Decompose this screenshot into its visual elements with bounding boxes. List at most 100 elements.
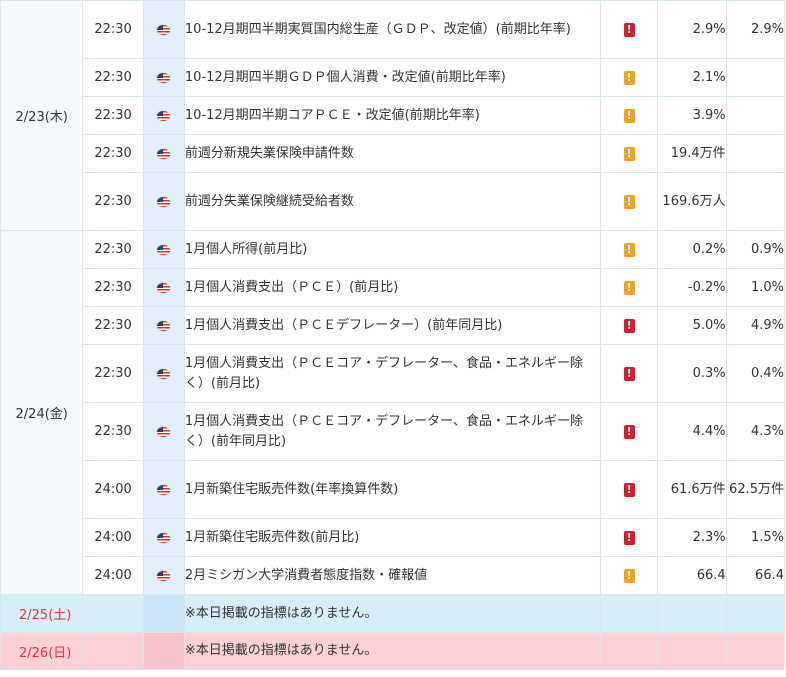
country-cell	[142, 0, 185, 59]
country-cell	[142, 172, 185, 231]
us-flag-icon	[157, 532, 171, 543]
date-cell: 2/25(土)	[0, 594, 84, 633]
previous-value: 19.4万件	[657, 134, 727, 173]
us-flag-icon	[157, 570, 171, 581]
medium-importance-icon: !	[623, 568, 635, 583]
previous-value: 5.0%	[657, 306, 727, 345]
previous-value	[657, 594, 727, 633]
previous-value: 2.3%	[657, 518, 727, 557]
country-cell	[142, 344, 185, 403]
previous-value	[657, 632, 727, 670]
us-flag-icon	[157, 320, 171, 331]
forecast-value: 66.4	[725, 556, 786, 595]
time-cell: 22:30	[82, 344, 144, 403]
us-flag-icon	[157, 244, 171, 255]
saturday-row: 2/25(土) ※本日掲載の指標はありません。	[0, 594, 786, 633]
forecast-value: 0.4%	[725, 344, 786, 403]
previous-value: -0.2%	[657, 268, 727, 307]
us-flag-icon	[157, 148, 171, 159]
previous-value: 2.1%	[657, 58, 727, 97]
time-cell: 24:00	[82, 556, 144, 595]
us-flag-icon	[157, 110, 171, 121]
table-row: 22:30 10-12月期四半期コアＰＣＥ・改定値(前期比年率)! 3.9%	[1, 96, 786, 135]
previous-value: 66.4	[657, 556, 727, 595]
flag-canton	[157, 426, 164, 432]
forecast-value: 62.5万件	[725, 460, 786, 519]
indicator-name[interactable]: 1月新築住宅販売件数(前月比)	[183, 518, 602, 557]
time-cell: 22:30	[82, 402, 144, 461]
table-row: 22:30 1月個人消費支出（ＰＣＥデフレーター）(前年同月比)! 5.0% 4.9%	[1, 306, 786, 345]
medium-importance-icon: !	[623, 108, 635, 123]
importance-cell: !	[600, 172, 659, 231]
importance-cell: !	[600, 556, 659, 595]
time-cell: 22:30	[82, 0, 144, 59]
previous-value: 0.2%	[657, 230, 727, 269]
table-row: 22:30 前週分新規失業保険申請件数! 19.4万件	[1, 134, 786, 173]
importance-cell	[600, 632, 659, 670]
indicator-name[interactable]: 1月個人消費支出（ＰＣＥ）(前月比)	[183, 268, 602, 307]
indicator-name[interactable]: 1月個人消費支出（ＰＣＥコア・デフレーター、食品・エネルギー除く）(前年同月比)	[183, 402, 602, 461]
time-cell: 22:30	[82, 58, 144, 97]
forecast-value: 0.9%	[725, 230, 786, 269]
country-cell	[142, 134, 185, 173]
time-cell: 22:30	[82, 172, 144, 231]
calendar-body: 2/23(木) 22:30 10-12月期四半期実質国内総生産（ＧＤＰ、改定値）(前…	[0, 0, 786, 670]
forecast-value	[725, 134, 786, 173]
previous-value: 4.4%	[657, 402, 727, 461]
medium-importance-icon: !	[623, 194, 635, 209]
table-row: 22:30 1月個人消費支出（ＰＣＥコア・デフレーター、食品・エネルギー除く）(前…	[1, 344, 786, 403]
importance-cell: !	[600, 344, 659, 403]
indicator-name[interactable]: 10-12月期四半期ＧＤＰ個人消費・改定値(前期比年率)	[183, 58, 602, 97]
indicator-name[interactable]: 1月個人所得(前月比)	[183, 230, 602, 269]
forecast-value: 1.0%	[725, 268, 786, 307]
sunday-row: 2/26(日) ※本日掲載の指標はありません。	[0, 632, 786, 670]
importance-cell: !	[600, 230, 659, 269]
indicator-name[interactable]: 2月ミシガン大学消費者態度指数・確報値	[183, 556, 602, 595]
high-importance-icon: !	[623, 22, 635, 37]
previous-value: 61.6万件	[657, 460, 727, 519]
indicator-name[interactable]: 前週分新規失業保険申請件数	[183, 134, 602, 173]
flag-canton	[157, 570, 164, 576]
flag-canton	[157, 532, 164, 538]
time-cell: 22:30	[82, 306, 144, 345]
forecast-value: 1.5%	[725, 518, 786, 557]
time-cell: 24:00	[82, 460, 144, 519]
forecast-value	[725, 96, 786, 135]
indicator-name[interactable]: 1月新築住宅販売件数(年率換算件数)	[183, 460, 602, 519]
flag-canton	[157, 282, 164, 288]
forecast-value: 2.9%	[725, 0, 786, 59]
country-cell	[142, 460, 185, 519]
medium-importance-icon: !	[623, 280, 635, 295]
flag-canton	[157, 244, 164, 250]
indicator-name[interactable]: 10-12月期四半期実質国内総生産（ＧＤＰ、改定値）(前期比年率)	[183, 0, 602, 59]
indicator-name[interactable]: 前週分失業保険継続受給者数	[183, 172, 602, 231]
previous-value: 2.9%	[657, 0, 727, 59]
table-row: 22:30 1月個人消費支出（ＰＣＥコア・デフレーター、食品・エネルギー除く）(前…	[1, 402, 786, 461]
medium-importance-icon: !	[623, 146, 635, 161]
us-flag-icon	[157, 72, 171, 83]
previous-value: 0.3%	[657, 344, 727, 403]
importance-cell: !	[600, 58, 659, 97]
date-cell: 2/24(金)	[0, 230, 84, 595]
us-flag-icon	[157, 24, 171, 35]
country-cell	[142, 518, 185, 557]
table-row: 24:00 2月ミシガン大学消費者態度指数・確報値! 66.4 66.4	[1, 556, 786, 595]
indicator-name[interactable]: 1月個人消費支出（ＰＣＥデフレーター）(前年同月比)	[183, 306, 602, 345]
indicator-name[interactable]: 1月個人消費支出（ＰＣＥコア・デフレーター、食品・エネルギー除く）(前月比)	[183, 344, 602, 403]
importance-cell: !	[600, 460, 659, 519]
country-cell	[142, 96, 185, 135]
forecast-value: 4.9%	[725, 306, 786, 345]
high-importance-icon: !	[623, 482, 635, 497]
table-row: 22:30 10-12月期四半期ＧＤＰ個人消費・改定値(前期比年率)! 2.1%	[1, 58, 786, 97]
flag-canton	[157, 484, 164, 490]
forecast-value: 4.3%	[725, 402, 786, 461]
time-cell: 22:30	[82, 268, 144, 307]
country-cell	[142, 632, 185, 670]
forecast-value	[725, 632, 786, 670]
country-cell	[142, 556, 185, 595]
forecast-value	[725, 594, 786, 633]
table-row: 24:00 1月新築住宅販売件数(年率換算件数)! 61.6万件 62.5万件	[1, 460, 786, 519]
table-row: 22:30 前週分失業保険継続受給者数! 169.6万人	[1, 172, 786, 231]
indicator-name[interactable]: 10-12月期四半期コアＰＣＥ・改定値(前期比年率)	[183, 96, 602, 135]
time-cell: 22:30	[82, 96, 144, 135]
